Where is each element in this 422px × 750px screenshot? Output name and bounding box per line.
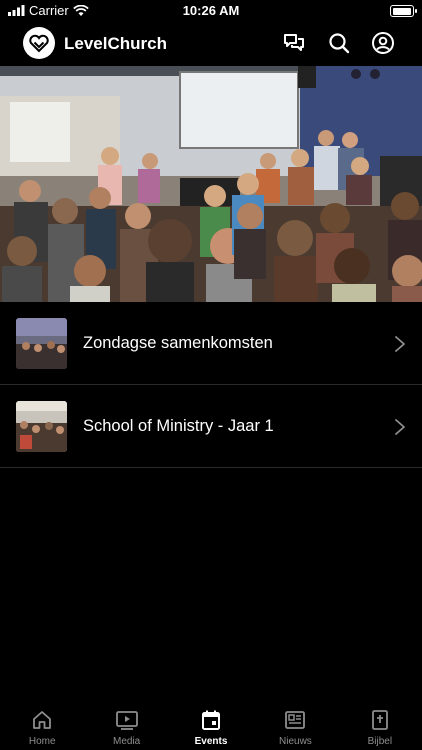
media-icon bbox=[115, 708, 139, 732]
event-list: Zondagse samenkomsten School of Ministry… bbox=[0, 302, 422, 468]
tab-label: Home bbox=[28, 736, 56, 747]
hero-photo bbox=[0, 66, 422, 302]
app-header: LevelChurch bbox=[0, 22, 422, 66]
battery-icon bbox=[390, 5, 417, 17]
event-title: Zondagse samenkomsten bbox=[83, 334, 273, 352]
event-row[interactable]: School of Ministry - Jaar 1 bbox=[0, 385, 422, 468]
tab-label: Nieuws bbox=[279, 736, 312, 747]
profile-button[interactable] bbox=[370, 30, 396, 56]
chevron-right-icon bbox=[395, 336, 405, 352]
profile-icon bbox=[372, 32, 394, 54]
tab-media[interactable]: Media bbox=[84, 700, 168, 750]
tab-label: Media bbox=[112, 736, 141, 747]
tab-bijbel[interactable]: Bijbel bbox=[338, 700, 422, 750]
search-icon bbox=[329, 33, 350, 54]
tab-events[interactable]: Events bbox=[169, 700, 253, 750]
tab-bar: Home Media Events Nieuws Bijbel bbox=[0, 700, 422, 750]
status-bar: Carrier 10:26 AM bbox=[0, 0, 422, 22]
event-thumbnail bbox=[16, 318, 67, 369]
tab-label: Bijbel bbox=[367, 736, 393, 747]
app-title: LevelChurch bbox=[64, 34, 167, 53]
event-title: School of Ministry - Jaar 1 bbox=[83, 417, 274, 435]
bible-icon bbox=[368, 708, 392, 732]
search-button[interactable] bbox=[326, 30, 352, 56]
logo-icon bbox=[23, 27, 55, 59]
status-time: 10:26 AM bbox=[182, 3, 240, 18]
chevron-right-icon bbox=[395, 419, 405, 435]
tab-home[interactable]: Home bbox=[0, 700, 84, 750]
tab-label: Events bbox=[194, 736, 228, 747]
event-row[interactable]: Zondagse samenkomsten bbox=[0, 302, 422, 385]
event-thumbnail bbox=[16, 401, 67, 452]
news-icon bbox=[283, 708, 307, 732]
chat-button[interactable] bbox=[281, 30, 307, 56]
church-service-photo bbox=[0, 66, 422, 302]
home-icon bbox=[30, 708, 54, 732]
chat-icon bbox=[284, 34, 304, 51]
calendar-icon bbox=[199, 708, 223, 732]
tab-nieuws[interactable]: Nieuws bbox=[253, 700, 337, 750]
